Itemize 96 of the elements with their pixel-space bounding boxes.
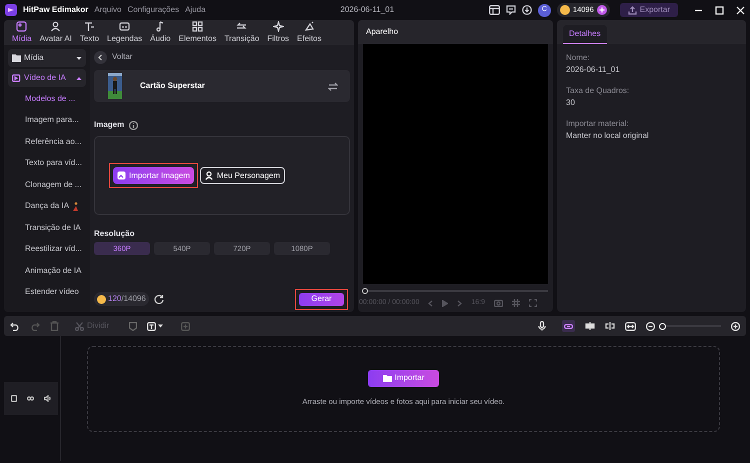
swap-icon[interactable] bbox=[328, 82, 338, 90]
sparkle-icon bbox=[272, 20, 284, 32]
field-label: Taxa de Quadros: bbox=[566, 85, 630, 97]
zoom-thumb[interactable] bbox=[659, 322, 666, 330]
export-button[interactable]: Exportar bbox=[620, 3, 678, 17]
music-icon bbox=[154, 20, 166, 32]
field-value: 2026-06-11_01 bbox=[566, 64, 621, 76]
toolbar-tab[interactable]: Avatar AI bbox=[36, 20, 76, 44]
menu-item[interactable]: Arquivo bbox=[94, 4, 122, 16]
app-logo-icon bbox=[5, 4, 17, 16]
field-label: Importar material: bbox=[566, 118, 630, 130]
toolbar-tab[interactable]: Elementos bbox=[174, 20, 220, 44]
fit-icon[interactable] bbox=[625, 322, 636, 330]
trim-icon[interactable] bbox=[605, 322, 615, 330]
sidebar-item[interactable]: Dança da IA bbox=[8, 196, 86, 216]
text-icon bbox=[84, 20, 95, 32]
text-dropdown[interactable] bbox=[147, 322, 164, 330]
sidebar-item[interactable]: Estender vídeo bbox=[8, 282, 86, 302]
grid-icon bbox=[192, 20, 204, 32]
zoom-in-icon[interactable] bbox=[731, 322, 740, 330]
avatar-icon bbox=[50, 20, 62, 32]
plus-icon[interactable] bbox=[596, 5, 607, 15]
sidebar-item[interactable]: Referência ao... bbox=[8, 132, 86, 152]
import-button[interactable]: Importar bbox=[368, 370, 440, 387]
wand-icon bbox=[304, 20, 315, 32]
sidebar-item[interactable]: Texto para víd... bbox=[8, 154, 86, 173]
sidebar-group[interactable]: Mídia bbox=[8, 49, 86, 67]
sidebar-item[interactable]: Imagem para... bbox=[8, 110, 86, 130]
speaker-icon[interactable] bbox=[44, 395, 51, 402]
toolbar-tab[interactable]: Legendas bbox=[103, 20, 146, 44]
download-icon[interactable] bbox=[522, 5, 532, 15]
panel-title: Aparelho bbox=[366, 26, 398, 38]
link-toggle[interactable] bbox=[562, 320, 575, 332]
caret-icon bbox=[76, 76, 82, 80]
person-icon bbox=[204, 171, 214, 180]
template-card[interactable]: Cartão Superstar bbox=[94, 70, 350, 102]
visibility-icon[interactable] bbox=[27, 396, 34, 401]
caption-icon bbox=[119, 20, 130, 32]
character-button[interactable]: Meu Personagem bbox=[200, 167, 286, 184]
caret-icon bbox=[158, 324, 164, 328]
refresh-icon[interactable] bbox=[154, 294, 164, 304]
field-label: Nome: bbox=[566, 52, 591, 64]
image-add-icon bbox=[116, 171, 126, 180]
credit-text: 120/14096 bbox=[108, 293, 146, 305]
field-value: Manter no local original bbox=[566, 130, 650, 142]
video-icon bbox=[12, 74, 21, 82]
split-clip-icon[interactable] bbox=[585, 322, 595, 330]
toolbar-tab[interactable]: Mídia bbox=[8, 20, 36, 44]
layout-icon[interactable] bbox=[488, 5, 500, 15]
progress-thumb[interactable] bbox=[362, 288, 368, 294]
toolbar-tab[interactable]: Filtros bbox=[263, 20, 294, 44]
section-label: Resolução bbox=[94, 228, 136, 240]
sidebar-item[interactable]: Animação de IA bbox=[8, 261, 86, 280]
back-icon[interactable] bbox=[94, 50, 107, 64]
toolbar-tab[interactable]: Áudio bbox=[146, 20, 175, 44]
toolbar-tab[interactable]: Texto bbox=[76, 20, 104, 44]
menu-item[interactable]: Configurações bbox=[127, 4, 180, 16]
arrows-icon bbox=[236, 20, 248, 32]
microphone-icon[interactable] bbox=[538, 321, 546, 331]
coin-icon bbox=[97, 294, 106, 304]
details-tab[interactable]: Detalhes bbox=[563, 25, 607, 44]
field-value: 30 bbox=[566, 97, 576, 109]
menu-item[interactable]: Ajuda bbox=[185, 4, 206, 16]
upload-icon bbox=[628, 6, 637, 14]
sidebar-item[interactable]: Reestilizar víd... bbox=[8, 240, 86, 259]
marker-icon[interactable] bbox=[129, 322, 138, 330]
sidebar-item[interactable]: Clonagem de ... bbox=[8, 175, 86, 194]
coin-icon bbox=[560, 5, 570, 15]
track-icon[interactable] bbox=[11, 395, 17, 402]
sidebar-item[interactable]: Transição de IA bbox=[8, 218, 86, 238]
folder-add-icon bbox=[382, 374, 392, 382]
toolbar-tab[interactable]: Efeitos bbox=[293, 20, 326, 44]
project-title: 2026-06-11_01 bbox=[340, 4, 394, 16]
maximize-icon[interactable] bbox=[715, 6, 724, 14]
zoom-out-icon[interactable] bbox=[646, 322, 655, 330]
media-icon bbox=[16, 20, 28, 32]
template-name: Cartão Superstar bbox=[140, 80, 206, 92]
import-image-button[interactable]: Importar Imagem bbox=[112, 167, 194, 184]
link-icon bbox=[564, 324, 573, 328]
back-link[interactable]: Voltar bbox=[112, 51, 132, 63]
dancer-icon bbox=[72, 202, 80, 211]
info-icon bbox=[129, 120, 138, 130]
text-box-icon bbox=[147, 322, 156, 330]
close-icon[interactable] bbox=[736, 6, 745, 14]
undo-icon[interactable] bbox=[10, 322, 20, 330]
generate-button[interactable]: Gerar bbox=[299, 292, 344, 306]
folder-icon bbox=[12, 54, 21, 62]
section-label: Imagem bbox=[94, 119, 124, 131]
chat-icon[interactable] bbox=[506, 5, 516, 15]
scissors-icon bbox=[75, 322, 84, 330]
sidebar-item[interactable]: Modelos de ... bbox=[8, 89, 86, 108]
progress-track[interactable] bbox=[363, 288, 548, 294]
toolbar-tab[interactable]: Transição bbox=[220, 20, 264, 44]
sidebar-group[interactable]: Vídeo de IA bbox=[8, 69, 86, 87]
caret-icon bbox=[76, 56, 82, 60]
app-name: HitPaw Edimakor bbox=[23, 4, 88, 16]
